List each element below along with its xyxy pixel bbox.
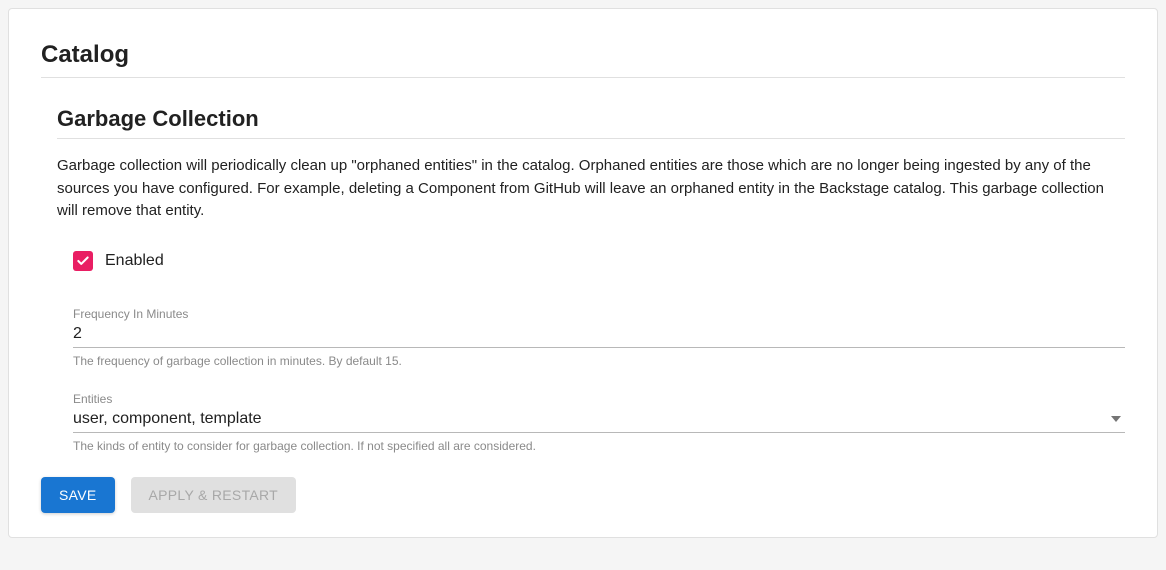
entities-label: Entities [73,392,1125,406]
frequency-input[interactable] [73,325,1125,343]
chevron-down-icon [1111,416,1125,422]
frequency-input-row [73,325,1125,348]
entities-select[interactable]: user, component, template [73,410,1125,433]
check-icon [76,254,90,268]
enabled-checkbox[interactable] [73,251,93,271]
frequency-helper: The frequency of garbage collection in m… [73,354,1125,368]
apply-restart-button[interactable]: Apply & Restart [131,477,297,513]
page-title: Catalog [41,41,1125,78]
frequency-field: Frequency In Minutes The frequency of ga… [73,307,1125,368]
section-title: Garbage Collection [57,106,1125,139]
form-area: Enabled Frequency In Minutes The frequen… [57,251,1125,453]
garbage-collection-section: Garbage Collection Garbage collection wi… [41,106,1125,453]
settings-card: Catalog Garbage Collection Garbage colle… [8,8,1158,538]
section-description: Garbage collection will periodically cle… [57,155,1125,223]
action-bar: Save Apply & Restart [41,477,1125,513]
entities-helper: The kinds of entity to consider for garb… [73,439,1125,453]
enabled-label: Enabled [105,252,164,270]
entities-field: Entities user, component, template The k… [73,392,1125,453]
entities-value: user, component, template [73,410,1111,428]
frequency-label: Frequency In Minutes [73,307,1125,321]
enabled-checkbox-row: Enabled [73,251,1125,271]
save-button[interactable]: Save [41,477,115,513]
